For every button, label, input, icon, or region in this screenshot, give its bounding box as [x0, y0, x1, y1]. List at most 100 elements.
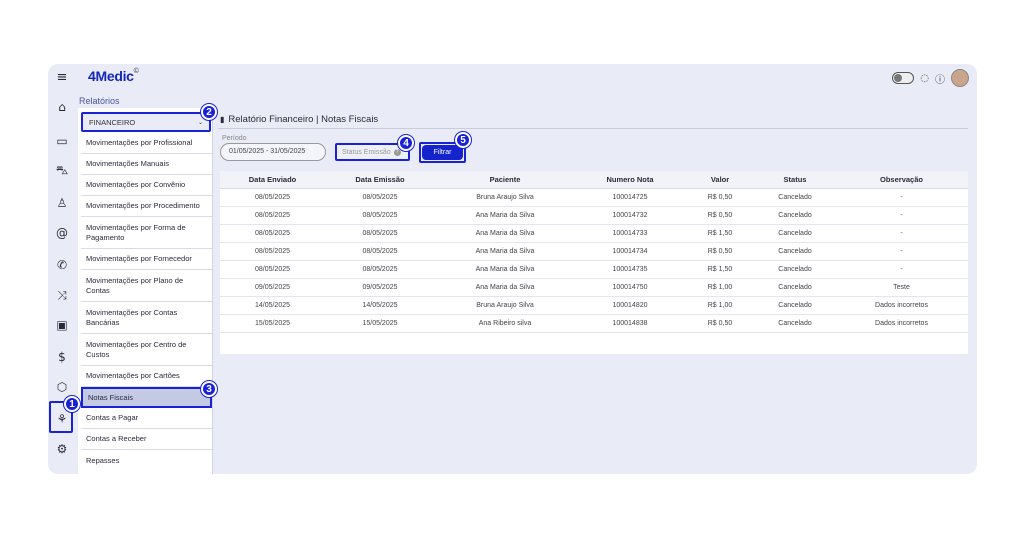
user-icon[interactable]: ♙ — [52, 194, 72, 212]
col-data-emissao[interactable]: Data Emissão — [325, 171, 435, 189]
table-row[interactable]: 08/05/2025 08/05/2025 Ana Maria da Silva 10… — [220, 260, 968, 279]
status-emissao-placeholder: Status Emissão — [342, 148, 391, 156]
callout-1: 1 — [63, 395, 81, 413]
table-cell: 100014732 — [575, 206, 685, 225]
table-cell: 100014735 — [575, 260, 685, 279]
sidebar-section-label: Relatórios — [79, 96, 120, 106]
table-cell: R$ 1,50 — [685, 224, 755, 243]
table-cell: - — [835, 224, 968, 243]
table-cell: Ana Ribeiro silva — [435, 314, 575, 333]
table-row[interactable]: 08/05/2025 08/05/2025 Ana Maria da Silva 10… — [220, 242, 968, 261]
table-row[interactable]: 15/05/2025 15/05/2025 Ana Ribeiro silva 100… — [220, 314, 968, 333]
table-cell: Bruna Araujo Silva — [435, 188, 575, 207]
table-cell: 08/05/2025 — [220, 260, 325, 279]
table-cell: Cancelado — [755, 296, 835, 315]
menu-item-centro-custos[interactable]: Movimentações por Centro de Custos — [81, 334, 212, 366]
menu-item-profissional[interactable]: Movimentações por Profissional — [81, 133, 212, 154]
table-cell: 100014838 — [575, 314, 685, 333]
table-cell: 08/05/2025 — [325, 242, 435, 261]
table-cell: Cancelado — [755, 278, 835, 297]
menu-icon[interactable]: ≡ — [52, 68, 72, 86]
menu-item-contas-receber[interactable]: Contas a Receber — [81, 429, 212, 450]
table-cell: Cancelado — [755, 188, 835, 207]
menu-item-procedimento[interactable]: Movimentações por Procedimento — [81, 196, 212, 217]
table-cell: Cancelado — [755, 206, 835, 225]
col-status[interactable]: Status — [755, 171, 835, 189]
table-row[interactable]: 14/05/2025 14/05/2025 Bruna Araujo Silva 10… — [220, 296, 968, 315]
title-divider — [218, 128, 968, 129]
filter-button[interactable]: Filtrar — [422, 145, 463, 160]
avatar[interactable] — [951, 69, 969, 87]
info-icon: ? — [393, 148, 401, 156]
col-numero-nota[interactable]: Numero Nota — [575, 171, 685, 189]
menu-item-forma-pagamento[interactable]: Movimentações por Forma de Pagamento — [81, 217, 212, 249]
table-cell: Cancelado — [755, 242, 835, 261]
table-row[interactable]: 08/05/2025 08/05/2025 Ana Maria da Silva 10… — [220, 224, 968, 243]
menu-item-contas-pagar[interactable]: Contas a Pagar — [81, 408, 212, 429]
table-cell: - — [835, 260, 968, 279]
table-row[interactable]: 08/05/2025 08/05/2025 Ana Maria da Silva 10… — [220, 206, 968, 225]
menu-item-repasses[interactable]: Repasses — [81, 450, 212, 471]
menu-item-notas-fiscais[interactable]: Notas Fiscais — [81, 387, 212, 408]
menu-item-fornecedor[interactable]: Movimentações por Fornecedor — [81, 249, 212, 270]
table-cell: Ana Maria da Silva — [435, 242, 575, 261]
callout-4: 4 — [397, 134, 415, 152]
table-cell: 100014750 — [575, 278, 685, 297]
category-dropdown-value: FINANCEIRO — [89, 117, 136, 127]
table-cell: 15/05/2025 — [220, 314, 325, 333]
menu-item-manuais[interactable]: Movimentações Manuais — [81, 154, 212, 175]
table-row[interactable]: 08/05/2025 08/05/2025 Bruna Araujo Silva 10… — [220, 188, 968, 207]
menu-item-cartoes[interactable]: Movimentações por Cartões — [81, 366, 212, 387]
chat-icon[interactable]: ◌ — [920, 73, 929, 84]
top-right-toolbar: ◌ ⓘ — [892, 67, 969, 89]
col-valor[interactable]: Valor — [685, 171, 755, 189]
car-icon[interactable]: ⛍ — [52, 162, 72, 180]
table-row[interactable]: 09/05/2025 09/05/2025 Ana Maria da Silva 10… — [220, 278, 968, 297]
box-icon[interactable]: ⬡ — [52, 378, 72, 396]
help-icon[interactable]: ⓘ — [935, 71, 945, 86]
theme-toggle[interactable] — [892, 72, 915, 84]
table-cell: Dados incorretos — [835, 296, 968, 315]
table-cell: 15/05/2025 — [325, 314, 435, 333]
table-cell: Cancelado — [755, 314, 835, 333]
calendar-icon[interactable]: ▭ — [52, 132, 72, 150]
category-dropdown[interactable]: FINANCEIRO ⌄ — [81, 112, 211, 132]
table-cell: 08/05/2025 — [220, 206, 325, 225]
table-cell: 100014820 — [575, 296, 685, 315]
notas-fiscais-table: Data Enviado Data Emissão Paciente Numer… — [220, 171, 968, 354]
table-cell: R$ 0,50 — [685, 206, 755, 225]
table-cell: Ana Maria da Silva — [435, 260, 575, 279]
table-cell: 08/05/2025 — [220, 188, 325, 207]
col-observacao[interactable]: Observação — [835, 171, 968, 189]
table-cell: R$ 0,50 — [685, 314, 755, 333]
clipboard-icon[interactable]: ▣ — [52, 316, 72, 334]
table-cell: - — [835, 242, 968, 261]
table-cell: R$ 1,00 — [685, 278, 755, 297]
table-cell: R$ 0,50 — [685, 188, 755, 207]
reports-sidebar: FINANCEIRO ⌄ Movimentações por Profissio… — [78, 108, 213, 474]
table-cell: 09/05/2025 — [220, 278, 325, 297]
at-icon[interactable]: @ — [52, 224, 72, 242]
dollar-icon[interactable]: $ — [52, 348, 72, 366]
table-cell: 08/05/2025 — [325, 260, 435, 279]
settings-icon[interactable]: ⚙ — [52, 440, 72, 458]
table-cell: Dados incorretos — [835, 314, 968, 333]
menu-item-plano-contas[interactable]: Movimentações por Plano de Contas — [81, 270, 212, 302]
callout-2: 2 — [200, 103, 218, 121]
app-logo[interactable]: 4Medic© — [88, 68, 139, 84]
phone-icon[interactable]: ✆ — [52, 256, 72, 274]
chevron-down-icon: ⌄ — [197, 119, 203, 126]
table-cell: 100014725 — [575, 188, 685, 207]
table-empty-cell — [220, 332, 968, 354]
col-paciente[interactable]: Paciente — [435, 171, 575, 189]
menu-item-contas-bancarias[interactable]: Movimentações por Contas Bancárias — [81, 302, 212, 334]
table-cell: - — [835, 206, 968, 225]
periodo-input[interactable]: 01/05/2025 - 31/05/2025 — [220, 143, 326, 161]
home-icon[interactable]: ⌂ — [52, 98, 72, 116]
periodo-label: Período — [222, 135, 247, 142]
shuffle-icon[interactable]: ⤨ — [52, 286, 72, 304]
page-title: ▮ Relatório Financeiro | Notas Fiscais — [220, 114, 378, 125]
table-cell: 14/05/2025 — [220, 296, 325, 315]
menu-item-convenio[interactable]: Movimentações por Convênio — [81, 175, 212, 196]
col-data-enviado[interactable]: Data Enviado — [220, 171, 325, 189]
